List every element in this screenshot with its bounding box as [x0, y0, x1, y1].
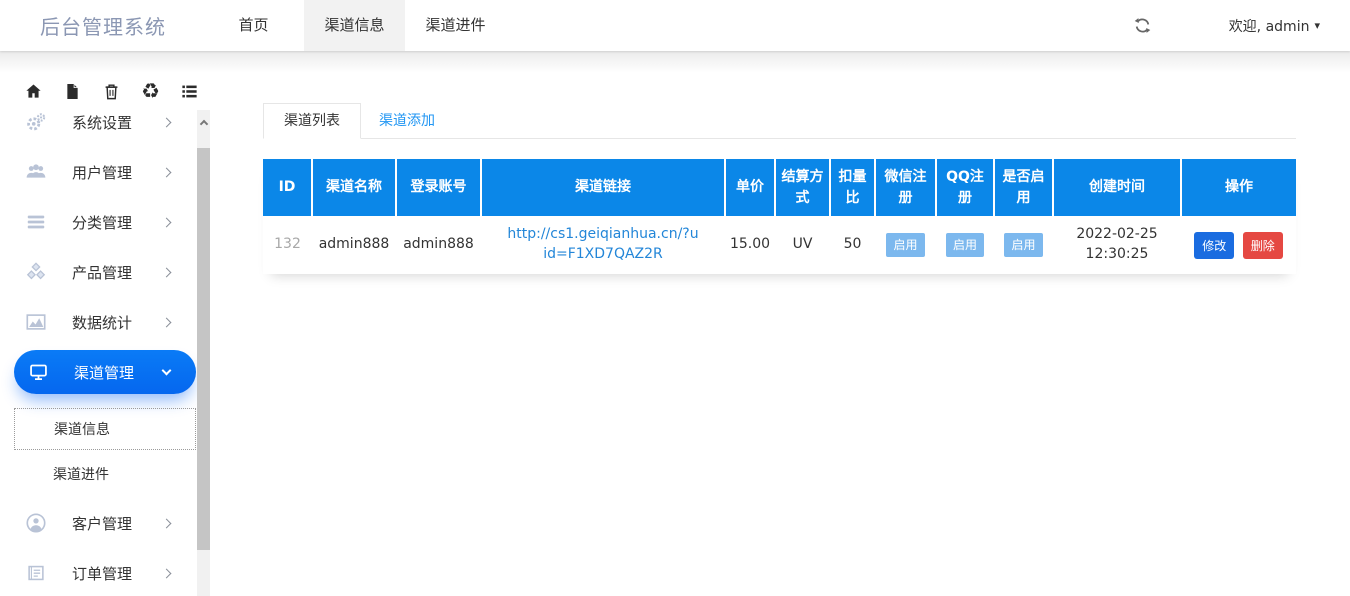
scrollbar-thumb[interactable] [197, 148, 210, 550]
col-header-actions: 操作 [1181, 159, 1296, 216]
user-menu[interactable]: 欢迎, admin ▾ [1229, 16, 1350, 36]
recycle-icon[interactable]: ♻ [141, 82, 160, 101]
chevron-right-icon [162, 117, 172, 127]
cell-qq-register: 启用 [936, 216, 994, 274]
bars-icon [25, 211, 47, 233]
scroll-up-button[interactable] [197, 110, 210, 135]
person-circle-icon [25, 512, 47, 534]
cell-enabled: 启用 [994, 216, 1053, 274]
chevron-right-icon [162, 167, 172, 177]
topnav-channel-intake[interactable]: 渠道进件 [405, 0, 506, 51]
sidebar-item-label: 订单管理 [72, 563, 132, 584]
sidebar-item-label: 数据统计 [72, 312, 132, 333]
chevron-right-icon [162, 217, 172, 227]
top-nav: 首页 渠道信息 渠道进件 [203, 0, 506, 51]
edit-button[interactable]: 修改 [1194, 232, 1234, 259]
cell-login-account: admin888 [396, 216, 481, 274]
sidebar-item-channel-management[interactable]: 渠道管理 [14, 350, 196, 394]
chart-icon [25, 311, 47, 333]
sidebar-item-label: 渠道管理 [74, 362, 134, 383]
sidebar-item-label: 产品管理 [72, 262, 132, 283]
col-header-login-account: 登录账号 [396, 159, 481, 216]
sidebar-item-category-management[interactable]: 分类管理 [0, 197, 210, 247]
cell-unit-price: 15.00 [725, 216, 775, 274]
sidebar-toolbar: ♻ [0, 51, 210, 101]
delete-button[interactable]: 删除 [1243, 232, 1283, 259]
topnav-home[interactable]: 首页 [203, 0, 304, 51]
cell-wechat-register: 启用 [875, 216, 936, 274]
sidebar: ♻ 系统设置 [0, 51, 210, 596]
channel-table: ID 渠道名称 登录账号 渠道链接 单价 结算方式 扣量比 微信注册 QQ注册 … [263, 159, 1296, 274]
newspaper-icon [25, 562, 47, 584]
header-right: 欢迎, admin ▾ [1134, 0, 1350, 51]
status-badge-enabled[interactable]: 启用 [1004, 233, 1042, 258]
col-header-created-at: 创建时间 [1053, 159, 1181, 216]
sidebar-item-label: 系统设置 [72, 112, 132, 133]
home-icon[interactable] [24, 82, 43, 101]
welcome-text: 欢迎, admin [1229, 16, 1310, 36]
tab-channel-list[interactable]: 渠道列表 [263, 103, 361, 139]
status-badge-qq[interactable]: 启用 [946, 233, 984, 258]
col-header-enabled: 是否启用 [994, 159, 1053, 216]
table-row: 132 admin888 admin888 http://cs1.geiqian… [263, 216, 1296, 274]
sidebar-item-order-management[interactable]: 订单管理 [0, 548, 210, 596]
main-content: 渠道列表 渠道添加 ID 渠道名称 登录账号 渠道链接 单价 结算 [210, 51, 1350, 596]
col-header-unit-price: 单价 [725, 159, 775, 216]
sidebar-item-data-statistics[interactable]: 数据统计 [0, 297, 210, 347]
col-header-deduction: 扣量比 [830, 159, 875, 216]
file-icon[interactable] [63, 82, 82, 101]
sidebar-item-label: 客户管理 [72, 513, 132, 534]
chevron-right-icon [162, 568, 172, 578]
chevron-right-icon [162, 317, 172, 327]
app-logo: 后台管理系统 [0, 0, 203, 51]
col-header-settlement: 结算方式 [775, 159, 830, 216]
chevron-down-icon [162, 366, 172, 376]
chevron-right-icon [162, 518, 172, 528]
cell-id: 132 [263, 216, 312, 274]
col-header-qq-register: QQ注册 [936, 159, 994, 216]
monitor-icon [27, 361, 49, 383]
channel-link[interactable]: http://cs1.geiqianhua.cn/?uid=F1XD7QAZ2R [507, 225, 699, 264]
cell-deduction: 50 [830, 216, 875, 274]
chevron-right-icon [162, 267, 172, 277]
cell-channel-name: admin888 [312, 216, 396, 274]
tab-channel-add[interactable]: 渠道添加 [379, 104, 435, 138]
cell-channel-link: http://cs1.geiqianhua.cn/?uid=F1XD7QAZ2R [481, 216, 725, 274]
status-badge-wechat[interactable]: 启用 [886, 233, 924, 258]
refresh-icon[interactable] [1134, 17, 1151, 34]
chevron-up-icon [199, 120, 207, 128]
cell-settlement: UV [775, 216, 830, 274]
cell-actions: 修改 删除 [1181, 216, 1296, 274]
table-header-row: ID 渠道名称 登录账号 渠道链接 单价 结算方式 扣量比 微信注册 QQ注册 … [263, 159, 1296, 216]
sidebar-item-customer-management[interactable]: 客户管理 [0, 498, 210, 548]
users-icon [25, 161, 47, 183]
col-header-channel-name: 渠道名称 [312, 159, 396, 216]
content-tabs: 渠道列表 渠道添加 [263, 103, 1296, 139]
cell-created-at: 2022-02-25 12:30:25 [1053, 216, 1181, 274]
col-header-channel-link: 渠道链接 [481, 159, 725, 216]
list-icon[interactable] [180, 82, 199, 101]
sidebar-item-label: 分类管理 [72, 212, 132, 233]
trash-icon[interactable] [102, 82, 121, 101]
sidebar-item-label: 用户管理 [72, 162, 132, 183]
chevron-down-icon: ▾ [1314, 19, 1320, 32]
col-header-wechat-register: 微信注册 [875, 159, 936, 216]
sidebar-item-system-settings[interactable]: 系统设置 [0, 97, 210, 147]
sidebar-item-product-management[interactable]: 产品管理 [0, 247, 210, 297]
sidebar-menu: 系统设置 用户管理 [0, 97, 210, 596]
gears-icon [25, 111, 47, 133]
topnav-channel-info[interactable]: 渠道信息 [304, 0, 405, 51]
sidebar-subitem-label: 渠道信息 [54, 419, 110, 439]
sidebar-item-user-management[interactable]: 用户管理 [0, 147, 210, 197]
cubes-icon [25, 261, 47, 283]
sidebar-scrollbar[interactable] [197, 110, 210, 596]
sidebar-subitem-label: 渠道进件 [53, 464, 109, 484]
sidebar-subitem-channel-info[interactable]: 渠道信息 [14, 408, 196, 450]
top-header: 后台管理系统 首页 渠道信息 渠道进件 欢迎, admin ▾ [0, 0, 1350, 51]
col-header-id: ID [263, 159, 312, 216]
sidebar-subitem-channel-intake[interactable]: 渠道进件 [0, 450, 210, 498]
